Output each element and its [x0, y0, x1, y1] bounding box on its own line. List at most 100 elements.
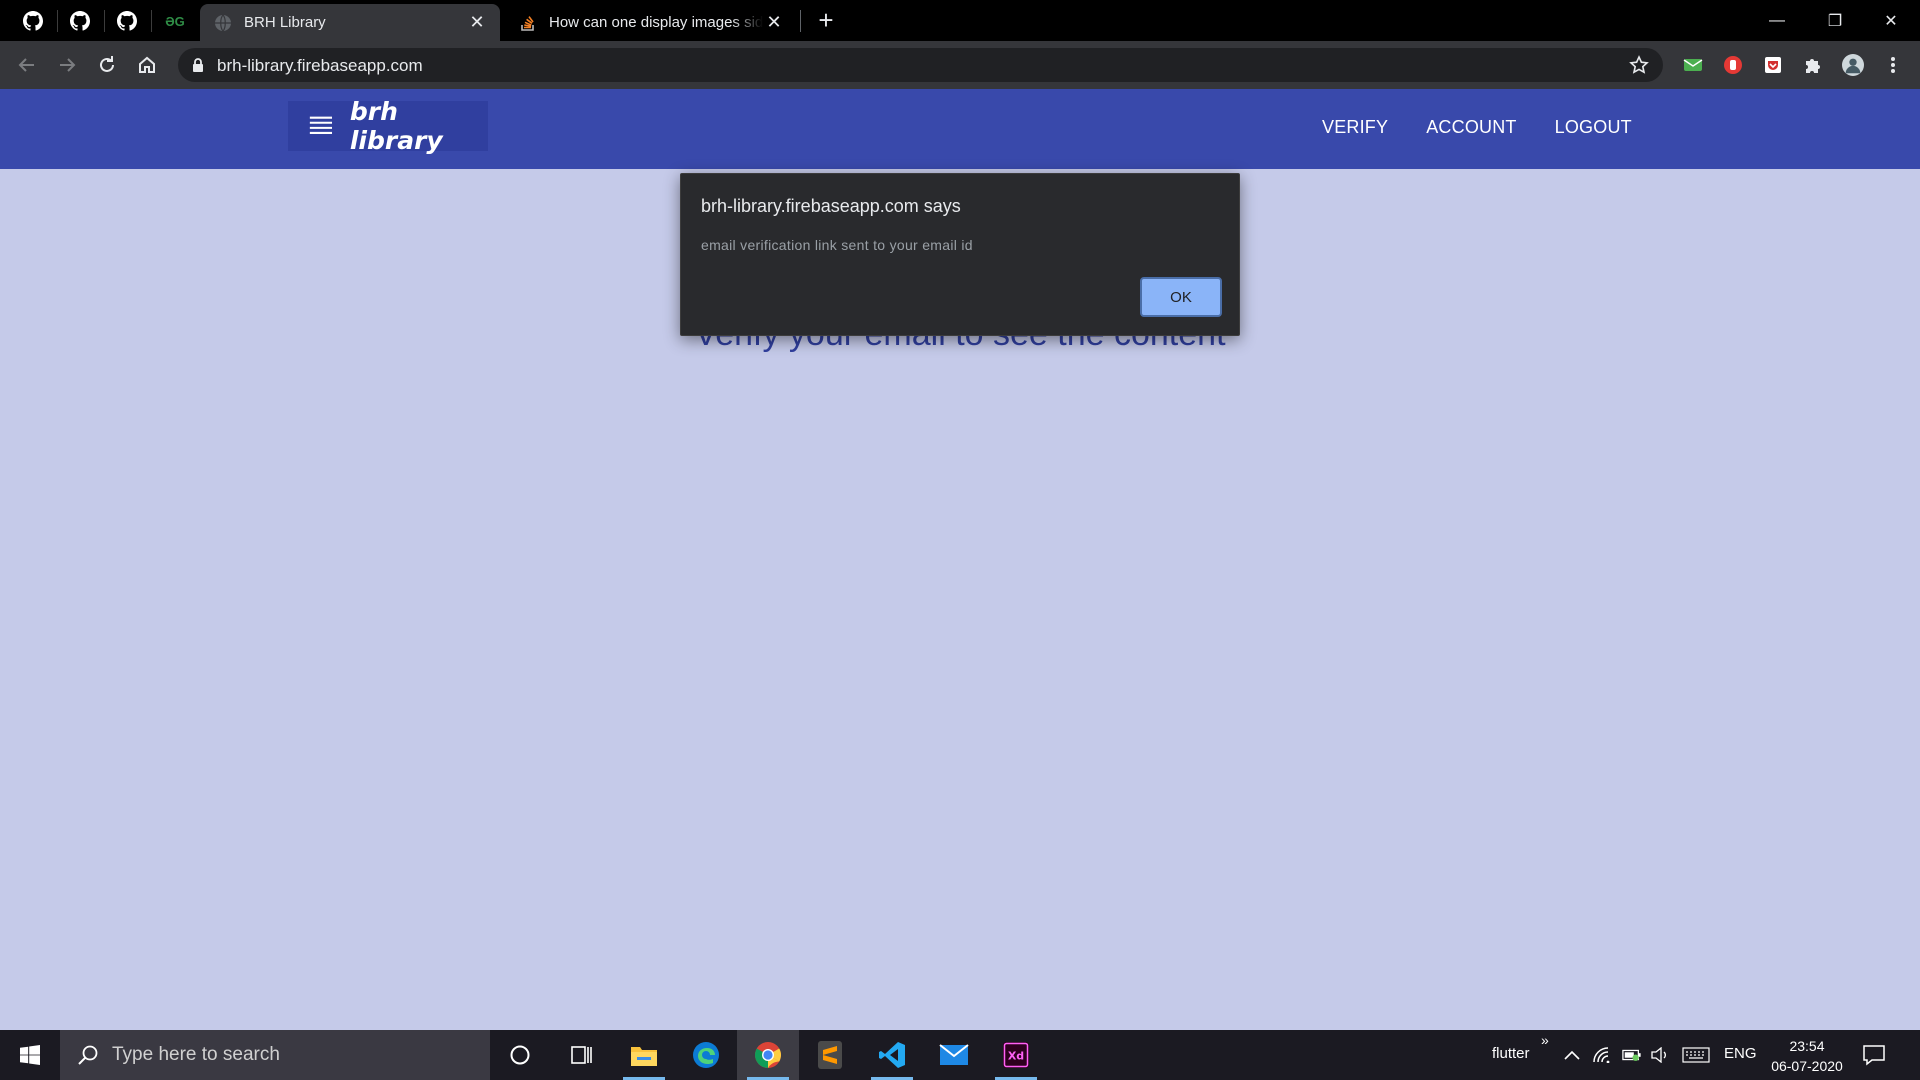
pinned-tab-github-2[interactable] [67, 8, 93, 34]
browser-toolbar: brh-library.firebaseapp.com [0, 41, 1920, 89]
bookmark-star-icon[interactable] [1629, 55, 1649, 75]
tab-title: BRH Library [244, 14, 326, 31]
reload-button[interactable] [93, 51, 121, 79]
web-page: brh library VERIFY ACCOUNT LOGOUT Verify… [0, 89, 1920, 1030]
pinned-tab-github-3[interactable] [114, 8, 140, 34]
tab-close-icon[interactable]: ✕ [763, 12, 785, 34]
chrome-menu-button[interactable] [1882, 54, 1904, 76]
svg-text:Xd: Xd [1008, 1050, 1024, 1063]
edge-icon [693, 1042, 719, 1068]
taskbar-adobe-xd[interactable]: Xd [985, 1030, 1047, 1080]
pocket-icon [1765, 57, 1781, 73]
nav-logout[interactable]: LOGOUT [1555, 117, 1632, 138]
mail-icon [939, 1044, 969, 1065]
volume-tray[interactable] [1650, 1045, 1670, 1065]
notification-center-icon[interactable] [1862, 1044, 1886, 1066]
url-text: brh-library.firebaseapp.com [217, 56, 423, 75]
github-icon [23, 11, 43, 31]
clock-date: 06-07-2020 [1771, 1058, 1843, 1074]
extensions-button[interactable] [1802, 54, 1824, 76]
taskbar-chrome[interactable] [737, 1030, 799, 1080]
brand-logo[interactable]: brh library [288, 97, 488, 155]
brand-name: brh library [349, 97, 443, 155]
taskbar-edge[interactable] [675, 1030, 737, 1080]
nav-verify[interactable]: VERIFY [1322, 117, 1388, 138]
taskbar-vscode[interactable] [861, 1030, 923, 1080]
extension-pocket[interactable] [1762, 54, 1784, 76]
task-view-button[interactable] [551, 1030, 613, 1080]
address-bar[interactable]: brh-library.firebaseapp.com [178, 48, 1663, 82]
tab-separator [104, 10, 105, 32]
keyboard-icon [1682, 1047, 1710, 1063]
tab-separator [800, 10, 801, 32]
file-explorer-icon [631, 1047, 657, 1066]
taskbar-file-explorer[interactable] [613, 1030, 675, 1080]
search-placeholder: Type here to search [112, 1044, 280, 1065]
nav-links: VERIFY ACCOUNT LOGOUT [1322, 117, 1670, 138]
search-icon [78, 1045, 98, 1065]
show-hidden-icons-button[interactable] [1562, 1045, 1582, 1065]
arrow-left-icon [18, 58, 34, 72]
arrow-right-icon [60, 58, 76, 72]
lock-icon [193, 58, 203, 72]
wifi-tray[interactable] [1592, 1045, 1612, 1065]
forward-button[interactable] [53, 51, 81, 79]
alert-dialog: brh-library.firebaseapp.com says email v… [680, 173, 1240, 336]
profile-avatar[interactable] [1842, 54, 1864, 76]
minimize-button[interactable]: — [1748, 0, 1806, 41]
toolbar-chevron-icon[interactable]: » [1541, 1032, 1549, 1048]
touch-keyboard-button[interactable] [1681, 1045, 1711, 1065]
mail-check-icon [1683, 59, 1703, 71]
dialog-message: email verification link sent to your ema… [701, 237, 973, 253]
flutter-toolbar-label[interactable]: flutter [1492, 1045, 1530, 1062]
input-language[interactable]: ENG [1724, 1045, 1757, 1062]
start-button[interactable] [0, 1030, 60, 1080]
clock-time: 23:54 [1789, 1038, 1825, 1054]
ok-button[interactable]: OK [1140, 277, 1222, 317]
home-button[interactable] [133, 51, 161, 79]
taskbar-clock[interactable]: 23:54 06-07-2020 [1766, 1036, 1848, 1076]
tab-stackoverflow[interactable]: How can one display images side ✕ [505, 4, 797, 41]
task-view-icon [571, 1046, 592, 1064]
restore-button[interactable]: ❐ [1806, 0, 1864, 41]
taskbar-mail[interactable] [923, 1030, 985, 1080]
tab-title: How can one display images side [549, 14, 763, 31]
speaker-icon [1651, 1047, 1666, 1063]
home-icon [139, 56, 155, 73]
nav-account[interactable]: ACCOUNT [1426, 117, 1516, 138]
pinned-tab-gfg[interactable]: ƏG [162, 8, 188, 34]
taskbar-search[interactable]: Type here to search [60, 1030, 490, 1080]
tab-separator [57, 10, 58, 32]
tab-brh-library[interactable]: BRH Library ✕ [200, 4, 500, 41]
tab-close-icon[interactable]: ✕ [466, 12, 488, 34]
cortana-icon [510, 1045, 530, 1065]
battery-tray[interactable] [1622, 1045, 1642, 1065]
stackoverflow-icon [519, 14, 537, 32]
puzzle-icon [1806, 59, 1820, 73]
gfg-icon: ƏG [165, 13, 185, 29]
chevron-up-icon [1564, 1050, 1580, 1060]
github-icon [117, 11, 137, 31]
pinned-tab-github-1[interactable] [20, 8, 46, 34]
vscode-icon [879, 1042, 905, 1068]
adblock-icon [1724, 56, 1742, 74]
adobe-xd-icon: Xd [1003, 1042, 1029, 1068]
extension-mail-checker[interactable] [1682, 54, 1704, 76]
github-icon [70, 11, 90, 31]
menu-icon [309, 116, 333, 134]
globe-icon [214, 14, 232, 32]
wifi-icon [1593, 1047, 1610, 1063]
cortana-button[interactable] [489, 1030, 551, 1080]
avatar-icon [1842, 54, 1864, 76]
app-bar: brh library VERIFY ACCOUNT LOGOUT [0, 89, 1920, 169]
browser-tab-strip: ƏG BRH Library ✕ How can one display ima… [0, 0, 1920, 41]
taskbar-sublime[interactable] [799, 1030, 861, 1080]
tab-separator [151, 10, 152, 32]
back-button[interactable] [13, 51, 41, 79]
dialog-title: brh-library.firebaseapp.com says [701, 196, 961, 216]
close-window-button[interactable]: ✕ [1862, 0, 1920, 41]
extension-adblock[interactable] [1722, 54, 1744, 76]
reload-icon [100, 56, 114, 72]
kebab-menu-icon [1891, 57, 1895, 73]
new-tab-button[interactable]: + [812, 7, 840, 33]
